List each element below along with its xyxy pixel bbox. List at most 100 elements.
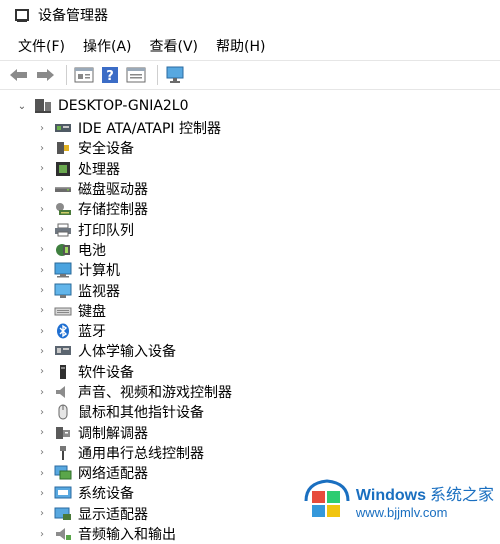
tree-item-label: 鼠标和其他指针设备 <box>78 405 204 422</box>
system-device-icon <box>54 485 72 501</box>
processor-icon <box>54 161 72 177</box>
chevron-right-icon[interactable]: › <box>36 488 48 499</box>
modem-icon <box>54 425 72 441</box>
chevron-right-icon[interactable]: › <box>36 163 48 174</box>
menu-help[interactable]: 帮助(H) <box>216 36 265 56</box>
help-icon[interactable]: ? <box>99 64 121 86</box>
storage-controller-icon <box>54 201 72 217</box>
tree-item-label: 网络适配器 <box>78 466 148 483</box>
tree-item[interactable]: › 监视器 <box>0 280 500 300</box>
display-adapter-icon <box>54 506 72 522</box>
tree-item[interactable]: › 安全设备 <box>0 138 500 158</box>
monitor-icon <box>54 283 72 299</box>
view-icon[interactable] <box>125 64 147 86</box>
chevron-right-icon[interactable]: › <box>36 387 48 398</box>
chevron-right-icon[interactable]: › <box>36 244 48 255</box>
tree-item-label: 计算机 <box>78 263 120 280</box>
tree-item-label: 电池 <box>78 242 106 259</box>
chevron-right-icon[interactable]: › <box>36 366 48 377</box>
toolbar-divider <box>157 65 158 85</box>
tree-item-label: 打印队列 <box>78 222 134 239</box>
chevron-right-icon[interactable]: › <box>36 407 48 418</box>
chevron-down-icon[interactable]: ⌄ <box>16 101 28 112</box>
device-manager-icon <box>14 7 30 23</box>
tree-item-label: IDE ATA/ATAPI 控制器 <box>78 121 222 138</box>
tree-item[interactable]: › 通用串行总线控制器 <box>0 443 500 463</box>
properties-icon[interactable] <box>73 64 95 86</box>
tree-item-label: 监视器 <box>78 283 120 300</box>
chevron-right-icon[interactable]: › <box>36 529 48 540</box>
tree-item[interactable]: › 调制解调器 <box>0 422 500 442</box>
chevron-right-icon[interactable]: › <box>36 224 48 235</box>
tree-item-label: 音频输入和输出 <box>78 527 176 544</box>
chevron-right-icon[interactable]: › <box>36 326 48 337</box>
tree-item[interactable]: › 存储控制器 <box>0 199 500 219</box>
root-label: DESKTOP-GNIA2L0 <box>58 98 189 114</box>
chevron-right-icon[interactable]: › <box>36 204 48 215</box>
usb-icon <box>54 445 72 461</box>
tree-item-label: 系统设备 <box>78 486 134 503</box>
chevron-right-icon[interactable]: › <box>36 184 48 195</box>
tree-item[interactable]: › 处理器 <box>0 159 500 179</box>
tree-item[interactable]: › 鼠标和其他指针设备 <box>0 402 500 422</box>
menu-action[interactable]: 操作(A) <box>83 36 132 56</box>
chevron-right-icon[interactable]: › <box>36 468 48 479</box>
sound-icon <box>54 384 72 400</box>
tree-item-label: 存储控制器 <box>78 202 148 219</box>
chevron-right-icon[interactable]: › <box>36 305 48 316</box>
chevron-right-icon[interactable]: › <box>36 143 48 154</box>
computer-icon <box>54 262 72 278</box>
printer-icon <box>54 222 72 238</box>
battery-icon <box>54 242 72 258</box>
tree-item-label: 键盘 <box>78 303 106 320</box>
chevron-right-icon[interactable]: › <box>36 265 48 276</box>
watermark-brand: Windows <box>355 486 426 504</box>
tree-item[interactable]: › 人体学输入设备 <box>0 341 500 361</box>
security-device-icon <box>54 140 72 156</box>
tree-item[interactable]: › 键盘 <box>0 301 500 321</box>
toolbar: ? <box>0 60 500 90</box>
computer-root-icon <box>34 98 52 114</box>
tree-item[interactable]: › 磁盘驱动器 <box>0 179 500 199</box>
scan-icon[interactable] <box>164 64 186 86</box>
chevron-right-icon[interactable]: › <box>36 508 48 519</box>
software-device-icon <box>54 364 72 380</box>
disk-drive-icon <box>54 181 72 197</box>
ide-controller-icon <box>54 120 72 136</box>
watermark-url: www.bjjmlv.com <box>355 504 448 520</box>
network-adapter-icon <box>54 465 72 481</box>
menu-view[interactable]: 查看(V) <box>150 36 199 56</box>
tree-item-label: 软件设备 <box>78 364 134 381</box>
audio-io-icon <box>54 526 72 542</box>
forward-icon[interactable] <box>34 64 56 86</box>
tree-item-label: 处理器 <box>78 161 120 178</box>
tree-item-label: 人体学输入设备 <box>78 344 176 361</box>
tree-item-label: 声音、视频和游戏控制器 <box>78 385 232 401</box>
tree-item[interactable]: › IDE ATA/ATAPI 控制器 <box>0 118 500 138</box>
tree-item-label: 显示适配器 <box>78 506 148 523</box>
tree-item-label: 蓝牙 <box>78 324 106 341</box>
menu-file[interactable]: 文件(F) <box>18 36 65 56</box>
menu-bar: 文件(F) 操作(A) 查看(V) 帮助(H) <box>0 32 500 60</box>
back-icon[interactable] <box>8 64 30 86</box>
tree-item[interactable]: › 打印队列 <box>0 219 500 239</box>
tree-item[interactable]: › 计算机 <box>0 260 500 280</box>
bluetooth-icon <box>54 323 72 339</box>
tree-item[interactable]: › 软件设备 <box>0 362 500 382</box>
chevron-right-icon[interactable]: › <box>36 285 48 296</box>
device-tree: ⌄ DESKTOP-GNIA2L0 › IDE ATA/ATAPI 控制器 › … <box>0 90 500 544</box>
chevron-right-icon[interactable]: › <box>36 346 48 357</box>
chevron-right-icon[interactable]: › <box>36 427 48 438</box>
tree-item[interactable]: › 电池 <box>0 240 500 260</box>
tree-item-label: 调制解调器 <box>78 425 148 442</box>
tree-item[interactable]: › 蓝牙 <box>0 321 500 341</box>
tree-root[interactable]: ⌄ DESKTOP-GNIA2L0 <box>0 96 500 116</box>
tree-item-label: 通用串行总线控制器 <box>78 445 204 462</box>
chevron-right-icon[interactable]: › <box>36 447 48 458</box>
tree-item-label: 安全设备 <box>78 141 134 158</box>
mouse-icon <box>54 404 72 420</box>
tree-item[interactable]: › 声音、视频和游戏控制器 <box>0 382 500 402</box>
toolbar-divider <box>66 65 67 85</box>
tree-item-label: 磁盘驱动器 <box>78 182 148 199</box>
chevron-right-icon[interactable]: › <box>36 123 48 134</box>
